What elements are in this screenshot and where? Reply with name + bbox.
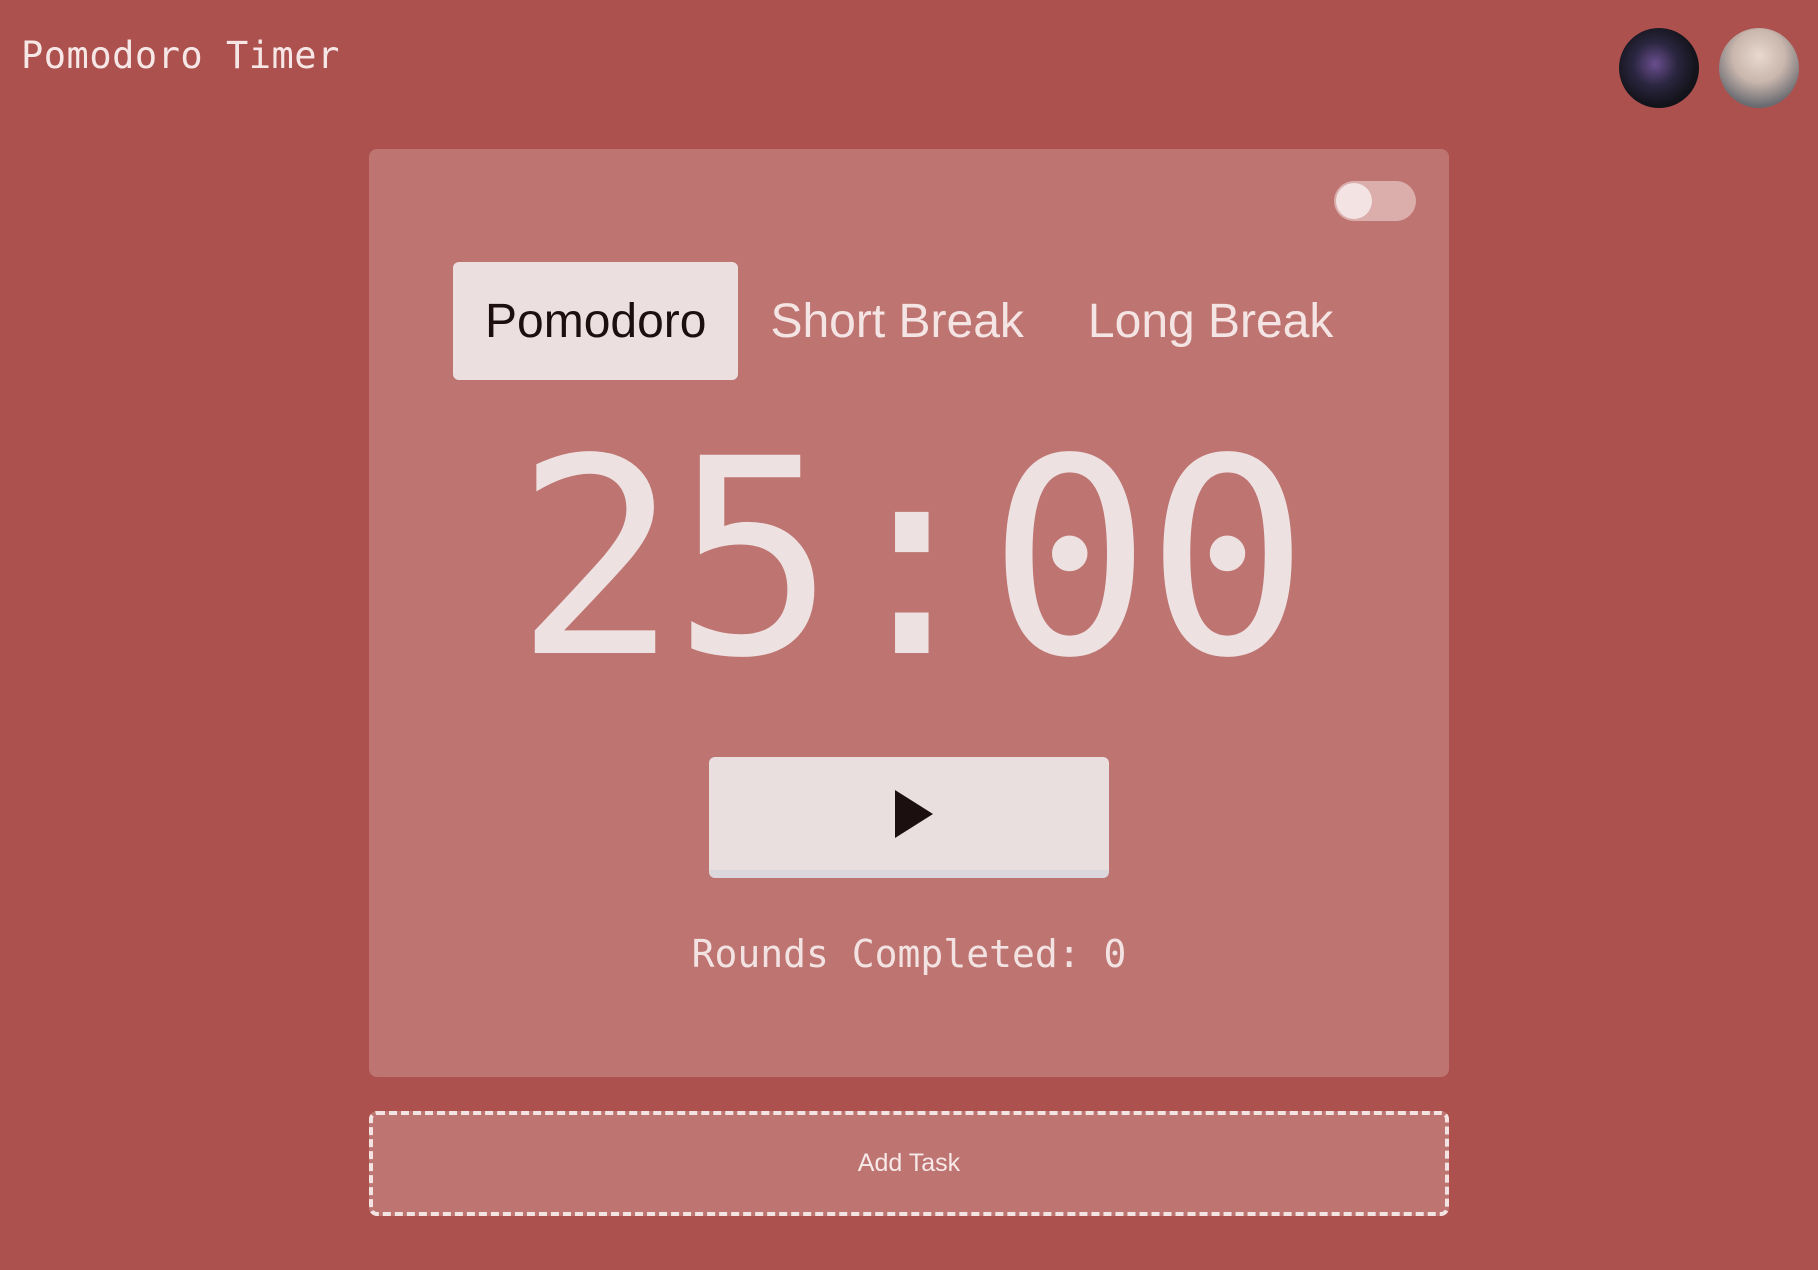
timer-display: 25:00 [514, 402, 1310, 718]
theme-toggle[interactable] [1334, 181, 1416, 221]
app-title: Pomodoro Timer [21, 34, 340, 77]
tab-long-break[interactable]: Long Break [1056, 262, 1366, 380]
rounds-completed: Rounds Completed: 0 [691, 932, 1127, 976]
tab-pomodoro[interactable]: Pomodoro [453, 262, 739, 380]
timer-card: Pomodoro Short Break Long Break 25:00 Ro… [369, 149, 1449, 1077]
avatar[interactable] [1619, 28, 1699, 108]
toggle-knob [1336, 183, 1372, 219]
add-task-button[interactable]: Add Task [369, 1111, 1449, 1216]
mode-tabs: Pomodoro Short Break Long Break [453, 262, 1365, 380]
play-button[interactable] [709, 757, 1109, 878]
tab-short-break[interactable]: Short Break [738, 262, 1055, 380]
avatar[interactable] [1719, 28, 1799, 108]
play-icon [895, 790, 933, 838]
